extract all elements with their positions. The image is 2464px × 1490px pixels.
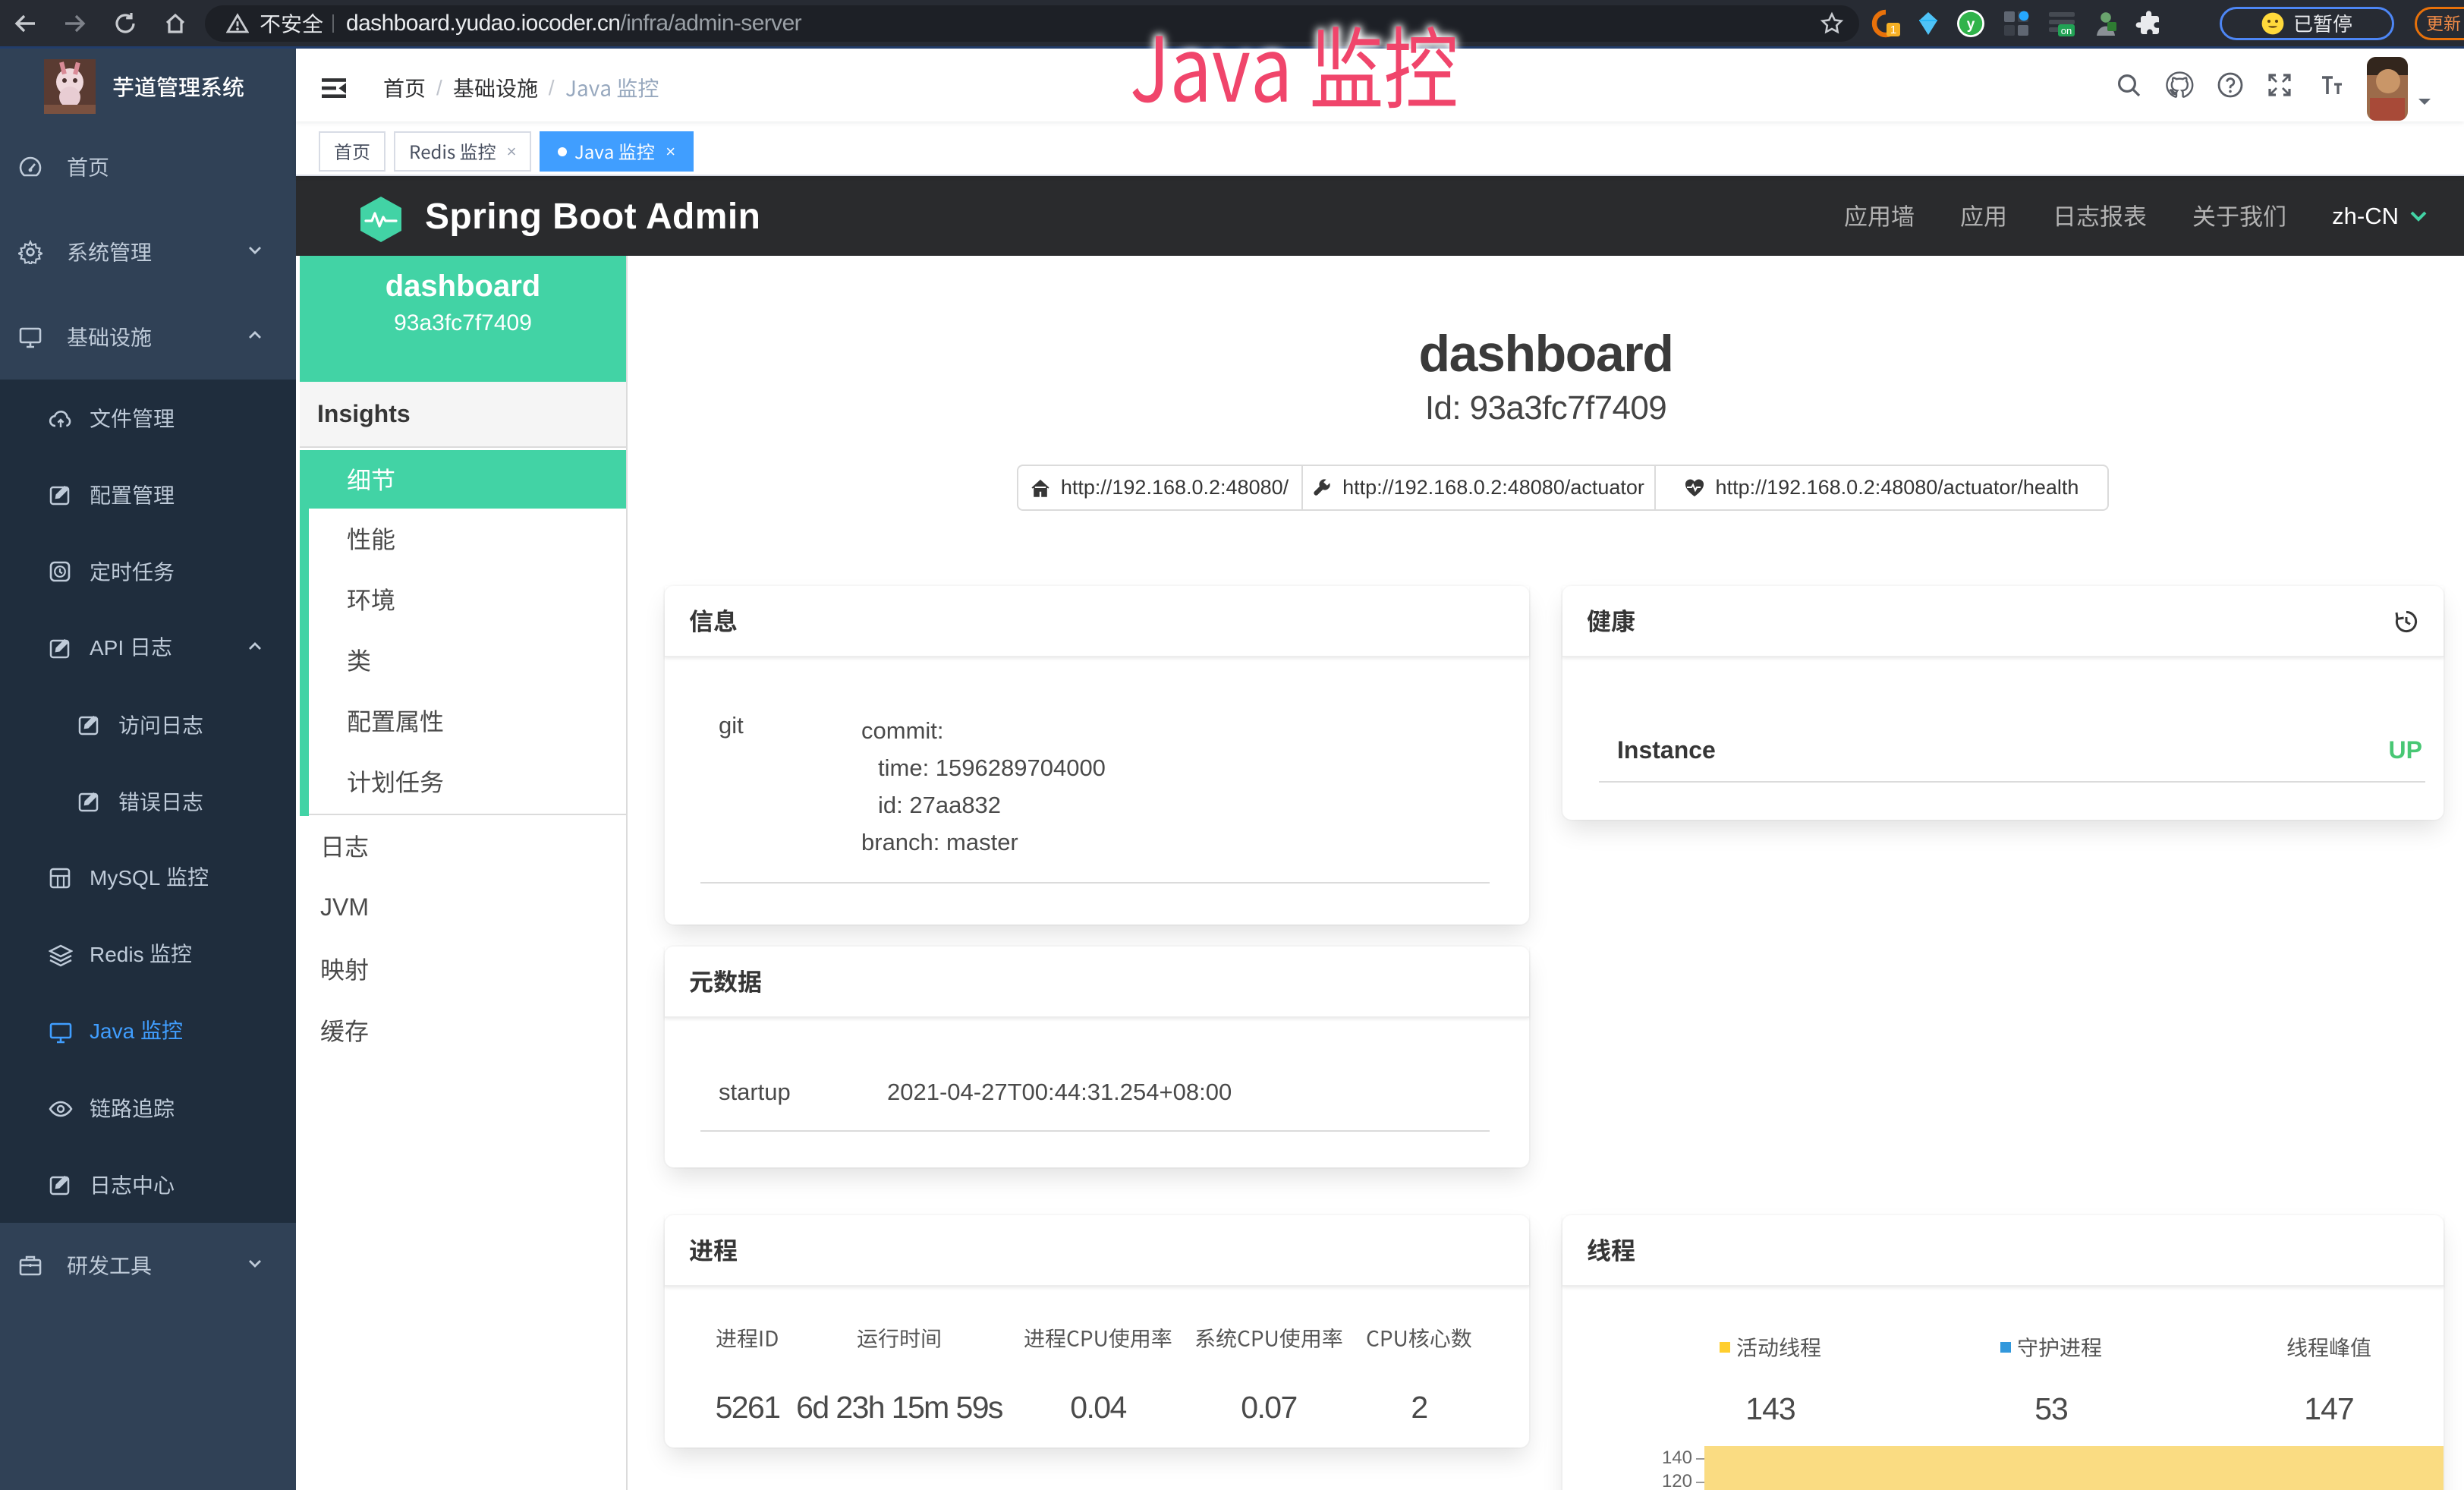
svg-text:on: on bbox=[2061, 25, 2072, 36]
svg-text:y: y bbox=[1967, 17, 1975, 33]
svg-text:1: 1 bbox=[1890, 24, 1896, 36]
